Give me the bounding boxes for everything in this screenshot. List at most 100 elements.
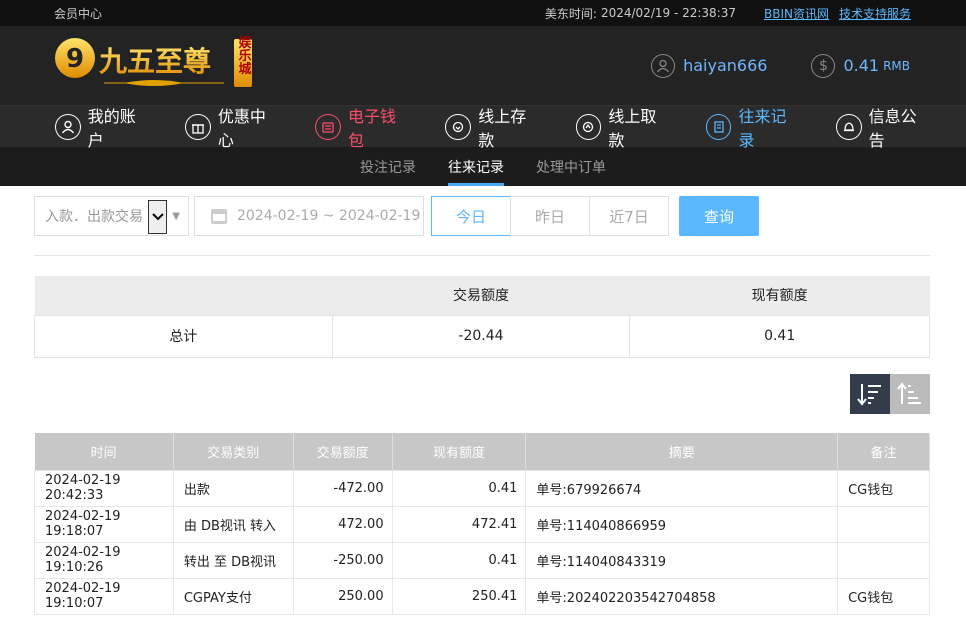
nav-label: 我的账户 <box>87 106 136 150</box>
cell-type: 由 DB视讯 转入 <box>172 505 294 543</box>
transaction-type-value: 入款．出款交易 <box>45 209 143 225</box>
svg-text:九五至尊: 九五至尊 <box>99 45 211 78</box>
member-center-link[interactable]: 会员中心 <box>54 5 102 22</box>
summary-table: 交易额度 现有额度 总计 -20.44 0.41 <box>34 276 930 358</box>
table-header-row: 时间 交易类别 交易额度 现有额度 摘要 备注 <box>34 433 930 470</box>
cell-summary: 单号:679926674 <box>525 469 839 507</box>
balance-value: 0.41 <box>843 56 880 75</box>
bell-icon <box>835 113 862 140</box>
time-label: 美东时间: <box>544 6 597 21</box>
last-7-days-button[interactable]: 近7日 <box>589 196 669 236</box>
query-button[interactable]: 查询 <box>679 196 759 236</box>
gift-icon <box>185 113 211 140</box>
summary-header-amount: 交易额度 <box>332 276 630 315</box>
site-logo[interactable]: 9 九五至尊 娱乐城 <box>54 35 254 95</box>
top-bar: 会员中心 美东时间: 2024/02/19 - 22:38:37 BBIN资讯网… <box>0 0 966 26</box>
tab-transaction-records[interactable]: 往来记录 <box>432 147 520 186</box>
sort-buttons <box>850 374 930 414</box>
col-balance: 现有额度 <box>392 433 527 470</box>
cell-balance: 0.41 <box>391 469 527 507</box>
nav-announcements[interactable]: 信息公告 <box>835 103 932 151</box>
cell-time: 2024-02-19 19:10:07 <box>34 577 174 615</box>
support-link[interactable]: 技术支持服务 <box>839 5 911 22</box>
summary-total-balance: 0.41 <box>629 314 930 358</box>
table-row: 2024-02-19 20:42:33 出款 -472.00 0.41 单号:6… <box>34 469 930 507</box>
col-type: 交易类别 <box>173 433 294 470</box>
sort-ascending-icon[interactable] <box>890 374 930 414</box>
cell-amount: 472.00 <box>292 505 393 543</box>
tab-pending-orders[interactable]: 处理中订单 <box>520 147 622 186</box>
transactions-table: 时间 交易类别 交易额度 现有额度 摘要 备注 2024-02-19 20:42… <box>34 433 930 615</box>
summary-total-amount: -20.44 <box>331 314 631 358</box>
nav-promotions[interactable]: 优惠中心 <box>185 103 281 151</box>
balance-unit: RMB <box>883 58 910 73</box>
record-icon <box>705 113 732 140</box>
nav-label: 信息公告 <box>868 106 917 150</box>
nav-label: 线上存款 <box>478 106 527 150</box>
main-nav: 我的账户 优惠中心 电子钱包 线上存款 线上取款 往来记录 信息公告 <box>0 105 966 150</box>
cell-note: CG钱包 <box>837 469 930 507</box>
nav-label: 线上取款 <box>608 106 657 150</box>
cell-type: 出款 <box>172 469 294 507</box>
nav-label: 往来记录 <box>738 106 787 150</box>
cell-type: 转出 至 DB视讯 <box>172 541 294 579</box>
caret-down-icon: ▼ <box>172 210 180 222</box>
tab-bet-records[interactable]: 投注记录 <box>344 147 432 186</box>
top-bar-right: 美东时间: 2024/02/19 - 22:38:37 BBIN资讯网 技术支持… <box>545 5 911 22</box>
sort-descending-icon[interactable] <box>850 374 890 414</box>
cell-balance: 472.41 <box>391 505 527 543</box>
col-note: 备注 <box>837 433 930 470</box>
wallet-icon <box>315 113 342 140</box>
col-amount: 交易额度 <box>293 433 393 470</box>
divider <box>34 255 930 256</box>
summary-total-label: 总计 <box>34 314 333 358</box>
table-row: 2024-02-19 19:10:26 转出 至 DB视讯 -250.00 0.… <box>34 541 930 579</box>
nav-online-withdraw[interactable]: 线上取款 <box>575 103 672 151</box>
user-icon <box>651 53 676 78</box>
date-range-input[interactable]: 2024-02-19 ~ 2024-02-19 <box>194 196 424 236</box>
calendar-icon <box>211 208 227 224</box>
cell-type: CGPAY支付 <box>172 577 294 615</box>
username: haiyan666 <box>683 56 768 75</box>
summary-header-balance: 现有额度 <box>629 276 930 315</box>
cell-note: CG钱包 <box>837 577 930 615</box>
cell-time: 2024-02-19 19:10:26 <box>34 541 174 579</box>
bbin-link[interactable]: BBIN资讯网 <box>764 5 829 22</box>
yesterday-button[interactable]: 昨日 <box>510 196 590 236</box>
cell-balance: 0.41 <box>391 541 527 579</box>
table-row: 2024-02-19 19:18:07 由 DB视讯 转入 472.00 472… <box>34 505 930 543</box>
withdraw-icon <box>575 113 602 140</box>
filter-bar: 入款．出款交易 ▼ 2024-02-19 ~ 2024-02-19 今日 昨日 … <box>34 196 759 236</box>
cell-time: 2024-02-19 20:42:33 <box>34 469 174 507</box>
summary-header-blank <box>34 276 333 315</box>
chevron-down-icon[interactable] <box>148 200 167 234</box>
today-button[interactable]: 今日 <box>431 196 511 236</box>
username-block[interactable]: haiyan666 <box>651 53 768 78</box>
nav-label: 优惠中心 <box>217 106 266 150</box>
cell-amount: -250.00 <box>292 541 393 579</box>
col-time: 时间 <box>34 433 174 470</box>
nav-e-wallet[interactable]: 电子钱包 <box>315 103 411 151</box>
cell-summary: 单号:202402203542704858 <box>525 577 839 615</box>
nav-online-deposit[interactable]: 线上存款 <box>445 103 541 151</box>
balance-block: $ 0.41 RMB <box>811 53 910 78</box>
time-value: 2024/02/19 - 22:38:37 <box>600 6 736 20</box>
deposit-icon <box>445 113 472 140</box>
svg-text:娱乐城: 娱乐城 <box>236 36 252 76</box>
col-summary: 摘要 <box>525 433 839 470</box>
nav-label: 电子钱包 <box>348 106 397 150</box>
user-area: haiyan666 $ 0.41 RMB <box>651 26 910 105</box>
cell-amount: -472.00 <box>292 469 393 507</box>
date-range-value: 2024-02-19 ~ 2024-02-19 <box>237 208 421 224</box>
sub-nav: 投注记录 往来记录 处理中订单 <box>0 147 966 186</box>
cell-summary: 单号:114040843319 <box>525 541 839 579</box>
nav-my-account[interactable]: 我的账户 <box>55 103 151 151</box>
user-icon <box>55 113 81 140</box>
svg-text:9: 9 <box>66 44 84 74</box>
transaction-type-select[interactable]: 入款．出款交易 ▼ <box>34 196 189 236</box>
dollar-icon: $ <box>811 53 836 78</box>
cell-note <box>837 505 930 543</box>
cell-amount: 250.00 <box>292 577 393 615</box>
cell-time: 2024-02-19 19:18:07 <box>34 505 174 543</box>
nav-transaction-records[interactable]: 往来记录 <box>705 103 802 151</box>
